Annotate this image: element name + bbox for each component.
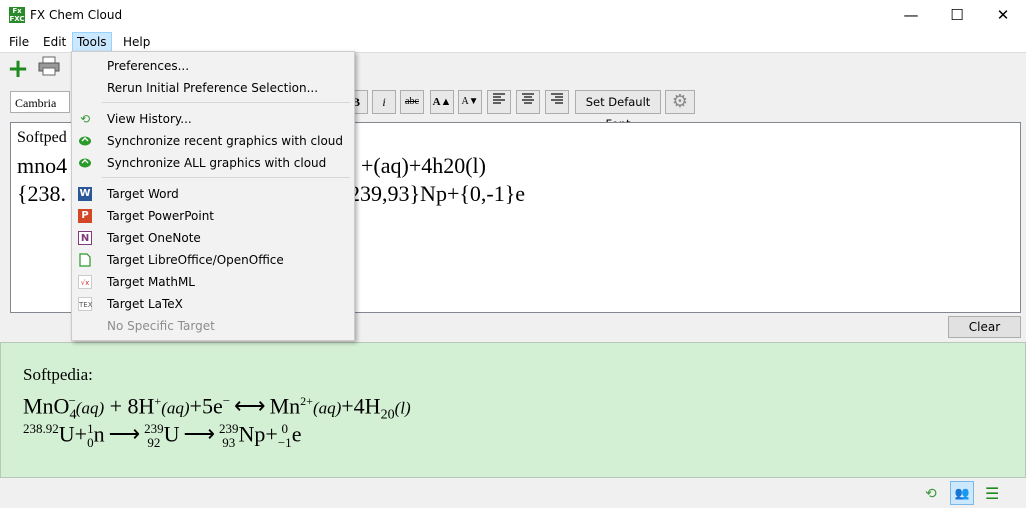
editor-line: Softped xyxy=(17,129,67,146)
latex-icon: TEX xyxy=(78,297,93,311)
libreoffice-icon xyxy=(78,253,92,267)
font-select[interactable]: Cambria xyxy=(10,91,70,113)
print-icon[interactable] xyxy=(36,56,62,82)
menu-separator xyxy=(102,177,350,178)
strikethrough-button[interactable]: abc xyxy=(400,90,424,114)
maximize-button[interactable]: ☐ xyxy=(934,0,980,31)
people-icon[interactable]: 👥 xyxy=(950,481,974,505)
powerpoint-icon: P xyxy=(78,209,92,223)
gear-icon[interactable]: ⚙ xyxy=(665,90,695,114)
menu-edit[interactable]: Edit xyxy=(39,33,70,51)
align-center-icon[interactable] xyxy=(516,90,540,114)
editor-line: 239,93}Np+{0,-1}e xyxy=(349,181,526,206)
menu-item-target-word[interactable]: W Target Word xyxy=(72,183,354,205)
add-icon[interactable]: + xyxy=(5,56,31,82)
onenote-icon: N xyxy=(78,231,92,245)
menu-item-rerun-preferences[interactable]: Rerun Initial Preference Selection... xyxy=(72,77,354,99)
align-right-icon[interactable] xyxy=(545,90,569,114)
mathml-icon: √x xyxy=(78,275,92,289)
status-bar: ⟲ 👥 ☰ xyxy=(0,478,1026,508)
menu-tools[interactable]: Tools xyxy=(72,32,112,52)
align-left-icon[interactable] xyxy=(487,90,511,114)
preview-equation-2: 238.92U+1 0n ⟶ 239 92 U ⟶ 239 93 Np+ 0 −1e xyxy=(23,421,302,451)
tools-dropdown-menu: Preferences... Rerun Initial Preference … xyxy=(71,51,355,341)
menu-item-no-specific-target[interactable]: No Specific Target xyxy=(72,315,354,337)
menu-lines-icon[interactable]: ☰ xyxy=(985,484,999,503)
cloud-sync-icon xyxy=(78,134,92,148)
italic-button[interactable]: i xyxy=(372,90,396,114)
preview-heading: Softpedia: xyxy=(23,365,93,384)
title-bar: Fx FXC FX Chem Cloud — ☐ ✕ xyxy=(0,0,1026,31)
menu-item-view-history[interactable]: ⟲ View History... xyxy=(72,108,354,130)
menu-item-preferences[interactable]: Preferences... xyxy=(72,55,354,77)
menu-item-target-powerpoint[interactable]: P Target PowerPoint xyxy=(72,205,354,227)
preview-equation-1: MnO4−(aq) + 8H+(aq)+5e− ⟷ Mn2+(aq)+4H20(l) xyxy=(23,393,411,423)
history-icon[interactable]: ⟲ xyxy=(925,486,937,502)
clear-button[interactable]: Clear xyxy=(948,316,1021,338)
cloud-sync-icon xyxy=(78,156,92,170)
menu-item-target-libreoffice[interactable]: Target LibreOffice/OpenOffice xyxy=(72,249,354,271)
menu-item-target-latex[interactable]: TEX Target LaTeX xyxy=(72,293,354,315)
menu-help[interactable]: Help xyxy=(119,33,154,51)
editor-line: {238. xyxy=(17,181,67,206)
minimize-button[interactable]: — xyxy=(888,0,934,31)
editor-line: +(aq)+4h20(l) xyxy=(361,153,486,178)
menu-item-target-onenote[interactable]: N Target OneNote xyxy=(72,227,354,249)
menu-item-sync-all[interactable]: Synchronize ALL graphics with cloud xyxy=(72,152,354,174)
shrink-font-button[interactable]: A▼ xyxy=(458,90,482,114)
grow-font-button[interactable]: A▲ xyxy=(430,90,454,114)
word-icon: W xyxy=(78,187,92,201)
menu-separator xyxy=(102,102,350,103)
close-button[interactable]: ✕ xyxy=(980,0,1026,31)
menu-item-target-mathml[interactable]: √x Target MathML xyxy=(72,271,354,293)
app-icon: Fx FXC xyxy=(9,7,25,23)
history-icon: ⟲ xyxy=(79,112,91,126)
window-title: FX Chem Cloud xyxy=(30,8,123,22)
editor-line: mno4 xyxy=(17,153,68,178)
formula-preview: Softpedia: MnO4−(aq) + 8H+(aq)+5e− ⟷ Mn2+(… xyxy=(0,342,1026,478)
menu-file[interactable]: File xyxy=(5,33,33,51)
menu-item-sync-recent[interactable]: Synchronize recent graphics with cloud xyxy=(72,130,354,152)
menu-bar: File Edit Tools Help xyxy=(0,31,1026,52)
set-default-font-button[interactable]: Set Default Font xyxy=(575,90,661,131)
